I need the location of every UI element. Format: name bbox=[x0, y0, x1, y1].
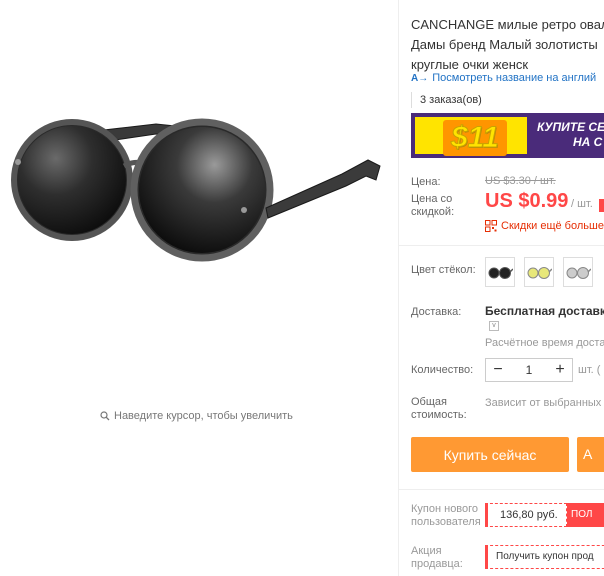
total-cost-label-line: Общая bbox=[411, 396, 447, 408]
seller-coupon-button[interactable]: Получить купон прод bbox=[485, 545, 604, 569]
chevron-down-icon[interactable]: v bbox=[489, 321, 499, 331]
discount-price-label-line: Цена со bbox=[411, 193, 453, 205]
discount-price: US $0.99 bbox=[485, 190, 569, 212]
product-image-gallery[interactable]: Наведите курсор, чтобы увеличить bbox=[0, 0, 398, 576]
more-discounts-link[interactable]: Скидки ещё больше bbox=[485, 220, 604, 232]
quantity-decrease-button[interactable]: − bbox=[486, 361, 510, 379]
seller-promo-label: Акция продавца: bbox=[411, 545, 463, 571]
seller-promo-label-line: Акция bbox=[411, 545, 442, 557]
quantity-unit: шт. ( bbox=[578, 364, 601, 376]
discount-price-label-line: скидкой: bbox=[411, 206, 455, 218]
more-discounts-text[interactable]: Скидки ещё больше bbox=[501, 220, 604, 232]
discount-badge bbox=[599, 199, 604, 212]
quantity-increase-button[interactable]: + bbox=[548, 361, 572, 379]
total-cost-label-line: стоимость: bbox=[411, 409, 467, 421]
magnifier-icon bbox=[100, 411, 110, 421]
promo-banner-price-area: $11 bbox=[415, 117, 527, 156]
lens-color-label: Цвет стёкол: bbox=[411, 264, 476, 276]
new-user-coupon-label-line: пользователя bbox=[411, 516, 481, 528]
sunglasses-product-image[interactable] bbox=[6, 110, 386, 270]
translate-title-text[interactable]: Посмотреть название на англий bbox=[432, 72, 596, 84]
discount-price-label: Цена со скидкой: bbox=[411, 193, 454, 219]
swatch-black-lens[interactable] bbox=[485, 257, 515, 287]
section-divider bbox=[399, 245, 604, 246]
product-title-line: Дамы бренд Малый золотисты bbox=[411, 37, 598, 52]
buy-now-button[interactable]: Купить сейчас bbox=[411, 437, 569, 472]
quantity-label: Количество: bbox=[411, 364, 474, 376]
original-price: US $3.30 / шт. bbox=[485, 175, 556, 187]
black-lens-glasses-icon bbox=[488, 267, 513, 279]
promo-banner-line: НА С bbox=[573, 135, 603, 149]
price-unit: / шт. bbox=[571, 198, 593, 210]
get-coupon-button[interactable]: ПОЛ bbox=[567, 503, 604, 527]
shipping-method: Бесплатная доставка bbox=[485, 304, 604, 318]
shipping-label: Доставка: bbox=[411, 306, 462, 318]
translate-icon: A→ bbox=[411, 72, 429, 84]
total-cost-value: Зависит от выбранных bbox=[485, 397, 602, 409]
zoom-hint: Наведите курсор, чтобы увеличить bbox=[100, 410, 293, 422]
price-label: Цена: bbox=[411, 176, 441, 188]
promo-banner-price: $11 bbox=[443, 120, 507, 156]
quantity-input[interactable]: 1 bbox=[510, 363, 548, 377]
qr-code-icon bbox=[485, 220, 497, 232]
new-user-coupon-label-line: Купон нового bbox=[411, 503, 479, 515]
swatch-grey-lens[interactable] bbox=[563, 257, 593, 287]
total-cost-label: Общая стоимость: bbox=[411, 396, 467, 422]
new-user-coupon-value: 136,80 руб. bbox=[485, 503, 567, 527]
product-info-panel: CANCHANGE милые ретро овал Дамы бренд Ма… bbox=[399, 0, 604, 576]
delivery-estimate: Расчётное время доставк bbox=[485, 337, 604, 349]
promo-banner-text: КУПИТЕ СЕ НА С bbox=[537, 120, 604, 150]
yellow-lens-glasses-icon bbox=[527, 267, 552, 279]
zoom-hint-text: Наведите курсор, чтобы увеличить bbox=[114, 410, 293, 422]
translate-title-link[interactable]: A→ Посмотреть название на англий bbox=[411, 72, 596, 84]
swatch-yellow-lens[interactable] bbox=[524, 257, 554, 287]
add-to-cart-button[interactable]: А bbox=[577, 437, 604, 472]
promo-banner[interactable]: $11 КУПИТЕ СЕ НА С bbox=[411, 113, 604, 158]
orders-count: 3 заказа(ов) bbox=[411, 92, 482, 108]
grey-lens-glasses-icon bbox=[566, 267, 591, 279]
quantity-stepper: − 1 + bbox=[485, 358, 573, 382]
new-user-coupon-label: Купон нового пользователя bbox=[411, 503, 481, 529]
product-title: CANCHANGE милые ретро овал Дамы бренд Ма… bbox=[411, 15, 604, 75]
product-title-line: CANCHANGE милые ретро овал bbox=[411, 17, 604, 32]
promo-banner-line: КУПИТЕ СЕ bbox=[537, 120, 604, 134]
section-divider bbox=[399, 489, 604, 490]
seller-promo-label-line: продавца: bbox=[411, 558, 463, 570]
